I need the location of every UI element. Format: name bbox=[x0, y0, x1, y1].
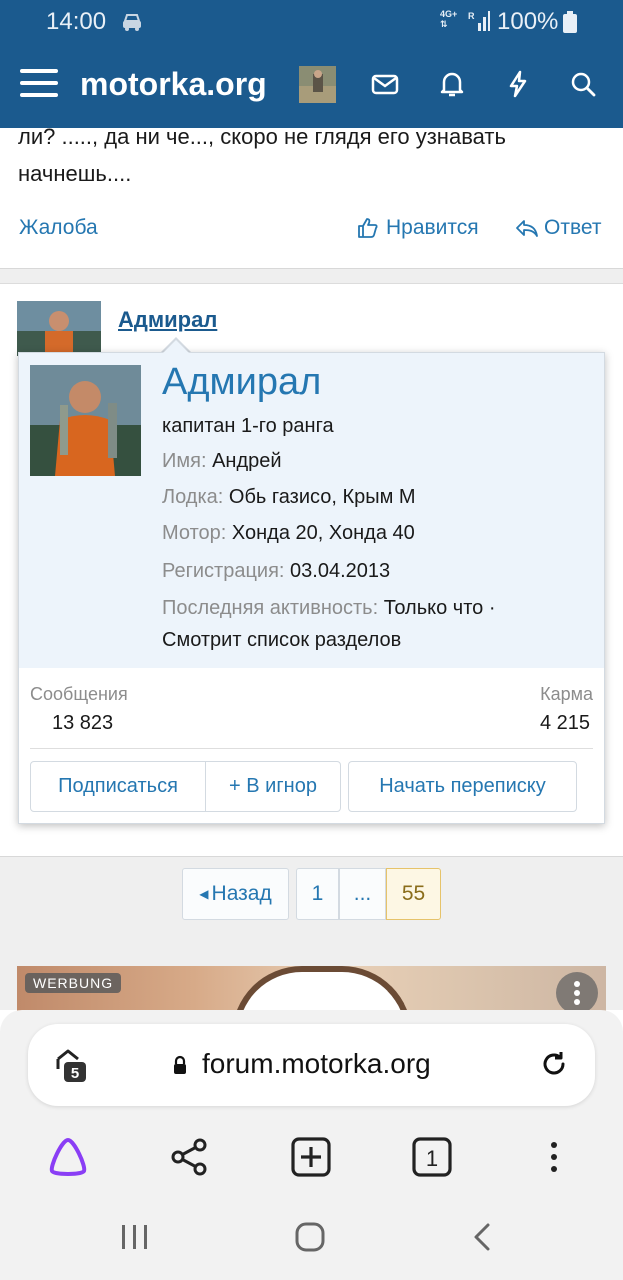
forum-header: motorka.org bbox=[0, 44, 623, 128]
member-rank: капитан 1-го ранга bbox=[162, 415, 334, 437]
member-field-name: Имя: Андрей bbox=[162, 450, 282, 473]
signal-icon: R bbox=[468, 11, 490, 31]
activity-label: Последняя активность: bbox=[162, 597, 379, 619]
messages-count[interactable]: 13 823 bbox=[52, 712, 113, 735]
member-name[interactable]: Адмирал bbox=[162, 361, 321, 404]
network-indicator: 4G+ ⇅ bbox=[440, 9, 457, 29]
status-time: 14:00 bbox=[46, 8, 107, 35]
bolt-icon[interactable] bbox=[502, 68, 534, 100]
network-type: 4G+ bbox=[440, 9, 458, 19]
alice-assistant-icon[interactable] bbox=[46, 1136, 90, 1178]
like-label: Нравится bbox=[386, 216, 479, 239]
post-divider bbox=[0, 268, 623, 284]
mail-icon[interactable] bbox=[369, 68, 401, 100]
post-footer-behind bbox=[0, 822, 623, 857]
field-label: Имя: bbox=[162, 450, 207, 472]
more-options-icon[interactable] bbox=[540, 1136, 568, 1178]
activity-detail: Смотрит список разделов bbox=[162, 629, 402, 651]
menu-icon[interactable] bbox=[20, 69, 58, 101]
post-avatar[interactable] bbox=[17, 301, 101, 356]
prev-page-button[interactable]: ◀ Назад bbox=[182, 868, 289, 920]
field-value: Хонда 20, Хонда 40 bbox=[231, 522, 415, 544]
battery-percent: 100% bbox=[497, 8, 559, 35]
roaming-label: R bbox=[468, 11, 475, 21]
back-icon[interactable] bbox=[466, 1217, 500, 1257]
reply-label: Ответ bbox=[544, 216, 602, 239]
messages-label: Сообщения bbox=[30, 684, 128, 704]
bell-icon[interactable] bbox=[436, 68, 468, 100]
field-value: 03.04.2013 bbox=[290, 560, 391, 582]
reload-icon[interactable] bbox=[537, 1047, 571, 1081]
lock-icon bbox=[174, 1055, 186, 1074]
open-tabs-count: 1 bbox=[426, 1146, 438, 1171]
member-avatar[interactable] bbox=[30, 365, 141, 476]
post-username[interactable]: Адмирал bbox=[118, 307, 217, 333]
member-field-motor: Мотор: Хонда 20, Хонда 40 bbox=[162, 522, 415, 545]
member-field-boat: Лодка: Обь газисо, Крым М bbox=[162, 486, 416, 509]
ad-image bbox=[232, 966, 412, 1016]
member-field-registration: Регистрация: 03.04.2013 bbox=[162, 560, 390, 583]
complain-link[interactable]: Жалоба bbox=[19, 216, 98, 240]
avatar[interactable] bbox=[299, 66, 336, 103]
ad-banner[interactable]: WERBUNG bbox=[17, 966, 606, 1016]
page-link[interactable]: 1 bbox=[296, 868, 339, 920]
search-icon[interactable] bbox=[567, 68, 599, 100]
driving-mode-icon bbox=[123, 14, 141, 31]
data-arrows-icon: ⇅ bbox=[440, 19, 448, 29]
activity-value: Только что · bbox=[383, 597, 496, 619]
field-label: Мотор: bbox=[162, 522, 227, 544]
member-tooltip-header: Адмирал капитан 1-го ранга Имя: Андрей Л… bbox=[19, 353, 604, 668]
member-tooltip: Адмирал капитан 1-го ранга Имя: Андрей Л… bbox=[18, 352, 605, 824]
subscribe-button[interactable]: Подписаться bbox=[30, 761, 206, 812]
field-label: Лодка: bbox=[162, 486, 224, 508]
ad-badge: WERBUNG bbox=[25, 973, 122, 993]
member-last-activity: Последняя активность: Только что · bbox=[162, 597, 496, 620]
tabs-icon[interactable]: 1 bbox=[411, 1136, 453, 1178]
page-jump[interactable]: ... bbox=[339, 868, 386, 920]
karma-label: Карма bbox=[540, 684, 593, 704]
share-icon[interactable] bbox=[168, 1136, 210, 1178]
start-conversation-button[interactable]: Начать переписку bbox=[348, 761, 577, 812]
field-value: Обь газисо, Крым М bbox=[228, 486, 416, 508]
status-bar: 14:00 4G+ ⇅ R 100% bbox=[0, 0, 623, 44]
ignore-button[interactable]: + В игнор bbox=[205, 761, 341, 812]
reply-button[interactable]: Ответ bbox=[514, 216, 601, 240]
reply-icon bbox=[516, 220, 538, 237]
prev-page-label: Назад bbox=[211, 882, 272, 905]
post-text: ли? ....., да ни че..., скоро не глядя е… bbox=[18, 124, 506, 186]
karma-count: 4 215 bbox=[539, 712, 590, 734]
new-tab-icon[interactable] bbox=[290, 1136, 332, 1178]
like-button[interactable]: Нравится bbox=[356, 216, 479, 240]
recent-apps-icon[interactable] bbox=[118, 1217, 152, 1257]
popup-arrow-fill bbox=[162, 340, 190, 354]
chevron-left-icon: ◀ bbox=[199, 887, 209, 901]
home-icon[interactable] bbox=[290, 1217, 330, 1257]
protect-shield-icon[interactable]: 5 bbox=[52, 1045, 92, 1085]
field-value: Андрей bbox=[212, 450, 282, 472]
thumbs-up-icon bbox=[358, 218, 378, 238]
url-text[interactable]: forum.motorka.org bbox=[202, 1048, 431, 1080]
ad-more-icon[interactable] bbox=[556, 972, 598, 1014]
battery-icon bbox=[563, 11, 577, 33]
current-page[interactable]: 55 bbox=[386, 868, 441, 920]
tab-count: 5 bbox=[71, 1065, 79, 1082]
site-logo[interactable]: motorka.org bbox=[80, 66, 267, 103]
field-label: Регистрация: bbox=[162, 560, 285, 582]
popup-separator bbox=[30, 748, 593, 749]
